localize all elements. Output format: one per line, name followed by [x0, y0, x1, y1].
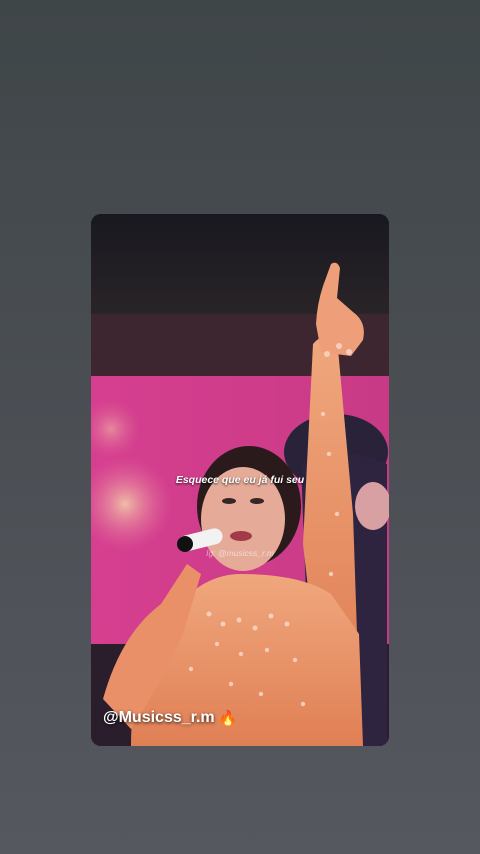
- lyric-caption: Esquece que eu já fui seu: [175, 474, 305, 486]
- watermark-text: Ig: @musicss_r.m: [206, 548, 274, 558]
- account-handle[interactable]: @Musicss_r.m: [103, 709, 215, 727]
- fire-emoji-icon: 🔥: [218, 709, 238, 727]
- story-card[interactable]: Esquece que eu já fui seu Ig: @musicss_r…: [91, 214, 389, 746]
- handle-row[interactable]: @Musicss_r.m 🔥: [103, 709, 237, 727]
